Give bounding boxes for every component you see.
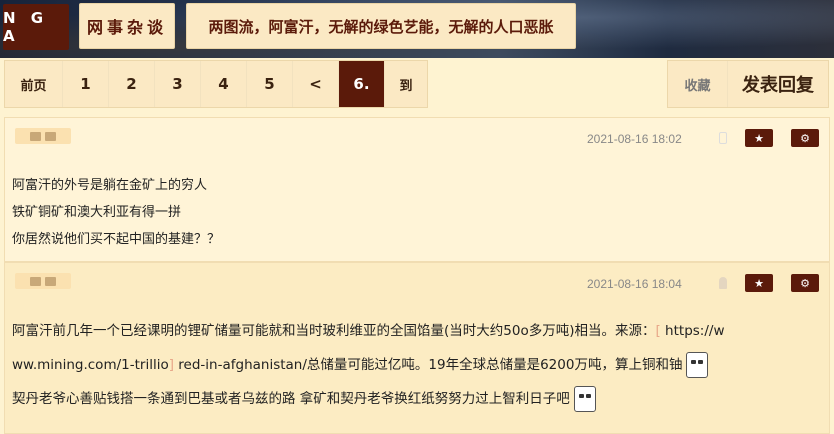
page-back-button[interactable]: < xyxy=(293,61,339,107)
post: 2021-08-16 18:04 ★ ⚙ 阿富汗前几年一个已经课明的锂矿储量可能… xyxy=(4,262,830,434)
reply-button[interactable]: 发表回复 xyxy=(728,61,828,107)
post-line: 阿富汗的外号是躺在金矿上的穷人 xyxy=(12,178,208,193)
star-button[interactable]: ★ xyxy=(745,129,773,147)
site-logo[interactable]: N G A xyxy=(3,4,69,50)
gear-button[interactable]: ⚙ xyxy=(791,129,819,147)
android-icon xyxy=(719,277,727,289)
page-3-button[interactable]: 3 xyxy=(155,61,201,107)
breadcrumb-forum[interactable]: 网事杂谈 xyxy=(79,3,175,49)
sticker-emoji-icon xyxy=(686,352,709,378)
post-content: 阿富汗的外号是躺在金矿上的穷人 铁矿铜矿和澳大利亚有得一拼 你居然说他们买不起中… xyxy=(12,172,220,253)
current-page[interactable]: 6. xyxy=(339,61,385,107)
post-text: 契丹老爷心善贴钱搭一条通到巴基或者乌兹的路 拿矿和契丹老爷换红纸努努力过上智利日… xyxy=(12,391,570,407)
favorite-button[interactable]: 收藏 xyxy=(668,61,728,107)
thread-title[interactable]: 两图流，阿富汗，无解的绿色艺能，无解的人口恶胀 xyxy=(186,3,576,49)
page-4-button[interactable]: 4 xyxy=(201,61,247,107)
goto-page-button[interactable]: 到 xyxy=(385,61,427,107)
thumbs-up-icon[interactable] xyxy=(30,131,41,141)
thumbs-up-icon[interactable] xyxy=(30,276,41,286)
prev-page-button[interactable]: 前页 xyxy=(5,61,63,107)
phone-icon xyxy=(719,132,727,144)
post-date: 2021-08-16 18:04 xyxy=(587,277,682,291)
post-line: 阿富汗前几年一个已经课明的锂矿储量可能就和当时玻利维亚的全国馅量(当时大约50o… xyxy=(12,314,822,348)
gear-button[interactable]: ⚙ xyxy=(791,274,819,292)
vote-buttons[interactable] xyxy=(15,273,71,289)
star-button[interactable]: ★ xyxy=(745,274,773,292)
vote-buttons[interactable] xyxy=(15,128,71,144)
pagination: 前页 1 2 3 4 5 < 6. 到 xyxy=(4,60,428,108)
post-line: 铁矿铜矿和澳大利亚有得一拼 xyxy=(12,205,182,220)
post-line: ww.mining.com/1-trillio] red-in-afghanis… xyxy=(12,348,822,382)
post: 2021-08-16 18:02 ★ ⚙ 阿富汗的外号是躺在金矿上的穷人 铁矿铜… xyxy=(4,117,830,262)
post-text: 阿富汗前几年一个已经课明的锂矿储量可能就和当时玻利维亚的全国馅量(当时大约50o… xyxy=(12,323,656,339)
sticker-emoji-icon xyxy=(573,386,596,412)
page-1-button[interactable]: 1 xyxy=(63,61,109,107)
post-line: 你居然说他们买不起中国的基建？？ xyxy=(12,232,221,247)
page-5-button[interactable]: 5 xyxy=(247,61,293,107)
link-text[interactable]: https://w xyxy=(661,323,724,339)
thread-actions: 收藏 发表回复 xyxy=(667,60,829,108)
post-line: 契丹老爷心善贴钱搭一条通到巴基或者乌兹的路 拿矿和契丹老爷换红纸努努力过上智利日… xyxy=(12,382,822,416)
post-text: red-in-afghanistan/总储量可能过亿吨。19年全球总储量是620… xyxy=(174,357,683,373)
thumbs-down-icon[interactable] xyxy=(45,276,56,286)
post-date: 2021-08-16 18:02 xyxy=(587,132,682,146)
thumbs-down-icon[interactable] xyxy=(45,131,56,141)
link-text[interactable]: ww.mining.com/1-trillio xyxy=(12,357,169,373)
page-2-button[interactable]: 2 xyxy=(109,61,155,107)
post-content: 阿富汗前几年一个已经课明的锂矿储量可能就和当时玻利维亚的全国馅量(当时大约50o… xyxy=(12,314,822,416)
